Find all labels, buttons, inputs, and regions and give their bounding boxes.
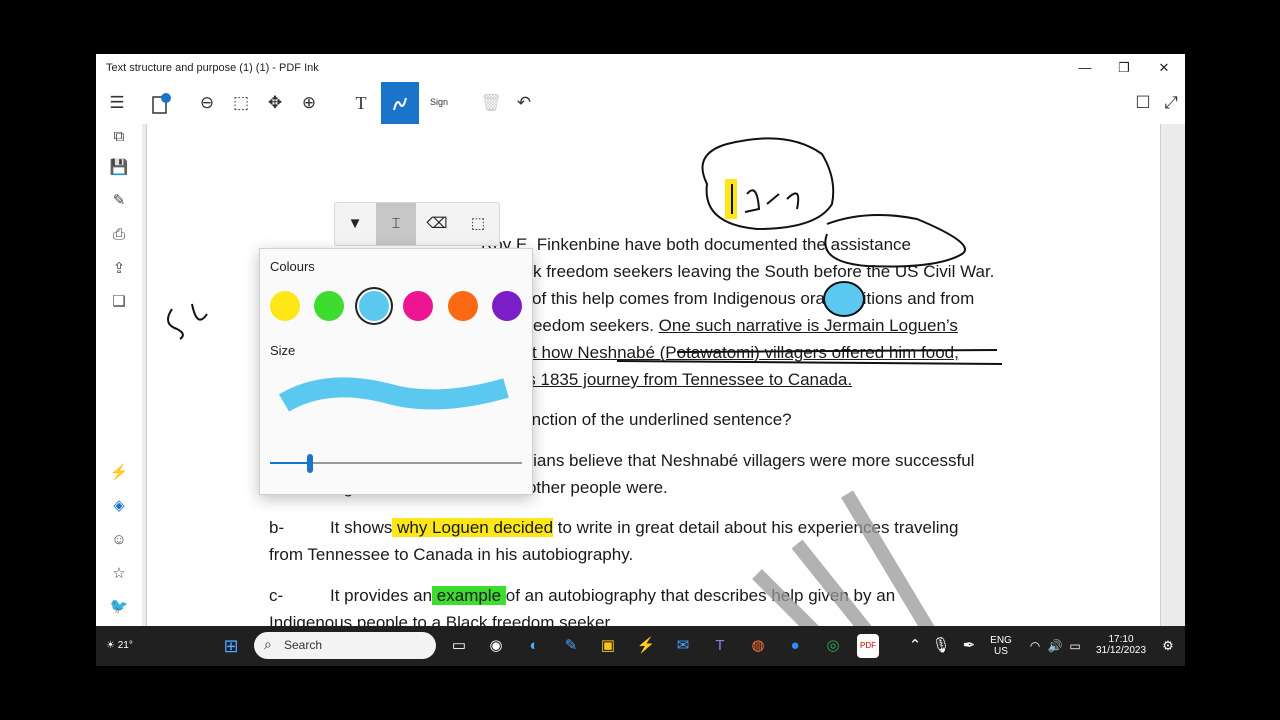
chevron-up-icon[interactable]: ⌃ (902, 634, 928, 658)
fit-page-icon[interactable]: ⬚ (224, 82, 258, 124)
pdf-page[interactable]: Roy E. Finkenbine have both documented t… (146, 124, 1161, 626)
windows-start-icon[interactable]: ⊞ (218, 634, 244, 658)
flash-icon[interactable]: ⚡ (106, 460, 132, 486)
title-bar: Text structure and purpose (1) (1) - PDF… (96, 54, 1185, 82)
language-indicator[interactable]: ENG US (989, 635, 1013, 657)
document-area[interactable]: Roy E. Finkenbine have both documented t… (142, 124, 1185, 626)
colour-swatch[interactable] (492, 291, 522, 321)
sign-label: Sign (429, 97, 448, 107)
zoom-out-icon[interactable]: ⊖ (190, 82, 224, 124)
pdf-ink-taskbar-icon[interactable]: PDF (857, 634, 879, 658)
delete-icon: 🗑 (480, 93, 502, 112)
copy-icon[interactable]: ❏ (106, 289, 132, 315)
taskbar: ☀ 21° ⊞ ⌕ Search ▭ ◉ ◐ ✎ ▣ ⚡ ✉ T ◍ ● ◎ P… (96, 626, 1185, 666)
mail-icon[interactable]: ✉ (670, 634, 696, 658)
taskbar-search[interactable]: ⌕ Search (254, 632, 436, 659)
size-label: Size (270, 343, 296, 358)
minimize-button[interactable]: — (1065, 58, 1105, 78)
bookmark-icon[interactable]: ⧉ (106, 124, 132, 150)
save-icon[interactable]: 💾 (106, 155, 132, 181)
sign-button[interactable]: Sign (424, 82, 454, 124)
pen-tray-icon[interactable]: ✒ (956, 634, 982, 658)
new-document-icon[interactable] (144, 82, 178, 124)
lasso-select-icon[interactable]: ⬚ (458, 203, 498, 245)
weather-widget[interactable]: ☀ 21° (106, 634, 146, 658)
colour-swatch[interactable] (447, 291, 478, 321)
battery-icon[interactable]: ▭ (1062, 634, 1088, 658)
pan-icon[interactable]: ✥ (258, 82, 292, 124)
menu-icon[interactable]: ☰ (100, 82, 134, 124)
search-placeholder: Search (284, 638, 323, 652)
window-title: Text structure and purpose (1) (1) - PDF… (106, 62, 319, 74)
twitter-icon[interactable]: 🐦 (106, 594, 132, 620)
zoom-icon[interactable]: ● (782, 634, 808, 658)
close-button[interactable]: ✕ (1144, 58, 1184, 78)
text-tool-icon[interactable]: T (344, 82, 378, 124)
size-slider-thumb[interactable] (307, 454, 314, 473)
folder-icon[interactable]: ▣ (595, 634, 621, 658)
undo-icon[interactable]: ↶ (507, 82, 541, 124)
edit-icon[interactable]: ✎ (106, 188, 132, 214)
settings-gear-icon[interactable]: ⚙ (1155, 634, 1181, 658)
layers-icon[interactable]: ◈ (106, 493, 132, 519)
weather-temp: 21° (117, 640, 133, 651)
clock-time: 17:10 (1108, 634, 1134, 645)
language-code: ENG (990, 635, 1012, 646)
language-region: US (994, 646, 1008, 657)
clock-date: 31/12/2023 (1095, 645, 1147, 656)
colours-label: Colours (270, 259, 315, 274)
chrome-icon[interactable]: ◎ (820, 634, 846, 658)
app-window: Text structure and purpose (1) (1) - PDF… (96, 54, 1185, 626)
zoom-in-icon[interactable]: ⊕ (292, 82, 326, 124)
clock[interactable]: 17:10 31/12/2023 (1091, 634, 1151, 656)
colour-swatch[interactable] (403, 291, 434, 321)
pen-settings-popup: Colours Size (259, 248, 533, 495)
left-sidebar: ⧉ 💾 ✎ ⎙ ⇪ ❏ ⚡ ◈ ☺ ☆ 🐦 (96, 124, 142, 626)
pdf-taskbar-label: PDF (860, 641, 876, 650)
comment-icon[interactable]: ☐ (1126, 82, 1160, 124)
chat-icon[interactable]: ◉ (483, 634, 509, 658)
restore-button[interactable]: ❐ (1104, 58, 1144, 78)
microphone-icon[interactable]: 🎙 (928, 634, 954, 658)
pen-tool-icon[interactable]: ▼ (335, 203, 375, 245)
colour-swatch[interactable] (314, 291, 345, 321)
search-icon: ⌕ (264, 636, 272, 652)
toolbar: ☰ ⊖ ⬚ ✥ ⊕ T Sign 🗑 ↶ ☐ ⤢ (96, 82, 1185, 124)
edge-icon[interactable]: ◐ (521, 634, 547, 658)
star-icon[interactable]: ☆ (106, 561, 132, 587)
size-slider-fill (270, 462, 311, 464)
highlighter-tool-icon[interactable]: ⌶ (376, 203, 416, 245)
print-icon[interactable]: ⎙ (106, 222, 132, 248)
pen-subtoolbar: ▼ ⌶ ⌫ ⬚ (334, 202, 500, 246)
pen-tool-button[interactable] (381, 82, 419, 124)
share-icon[interactable]: ⇪ (106, 256, 132, 282)
file-icon[interactable]: ▭ (446, 634, 472, 658)
stroke-preview (278, 377, 509, 412)
pen-app-icon[interactable]: ✎ (558, 634, 584, 658)
eraser-icon[interactable]: ⌫ (417, 203, 457, 245)
lightning-app-icon[interactable]: ⚡ (633, 634, 659, 658)
firefox-icon[interactable]: ◍ (745, 634, 771, 658)
fullscreen-icon[interactable]: ⤢ (1156, 82, 1185, 124)
user-icon[interactable]: ☺ (106, 527, 132, 553)
colour-swatch[interactable] (270, 291, 300, 321)
colour-swatch[interactable] (358, 291, 389, 321)
teams-icon[interactable]: T (707, 634, 733, 658)
